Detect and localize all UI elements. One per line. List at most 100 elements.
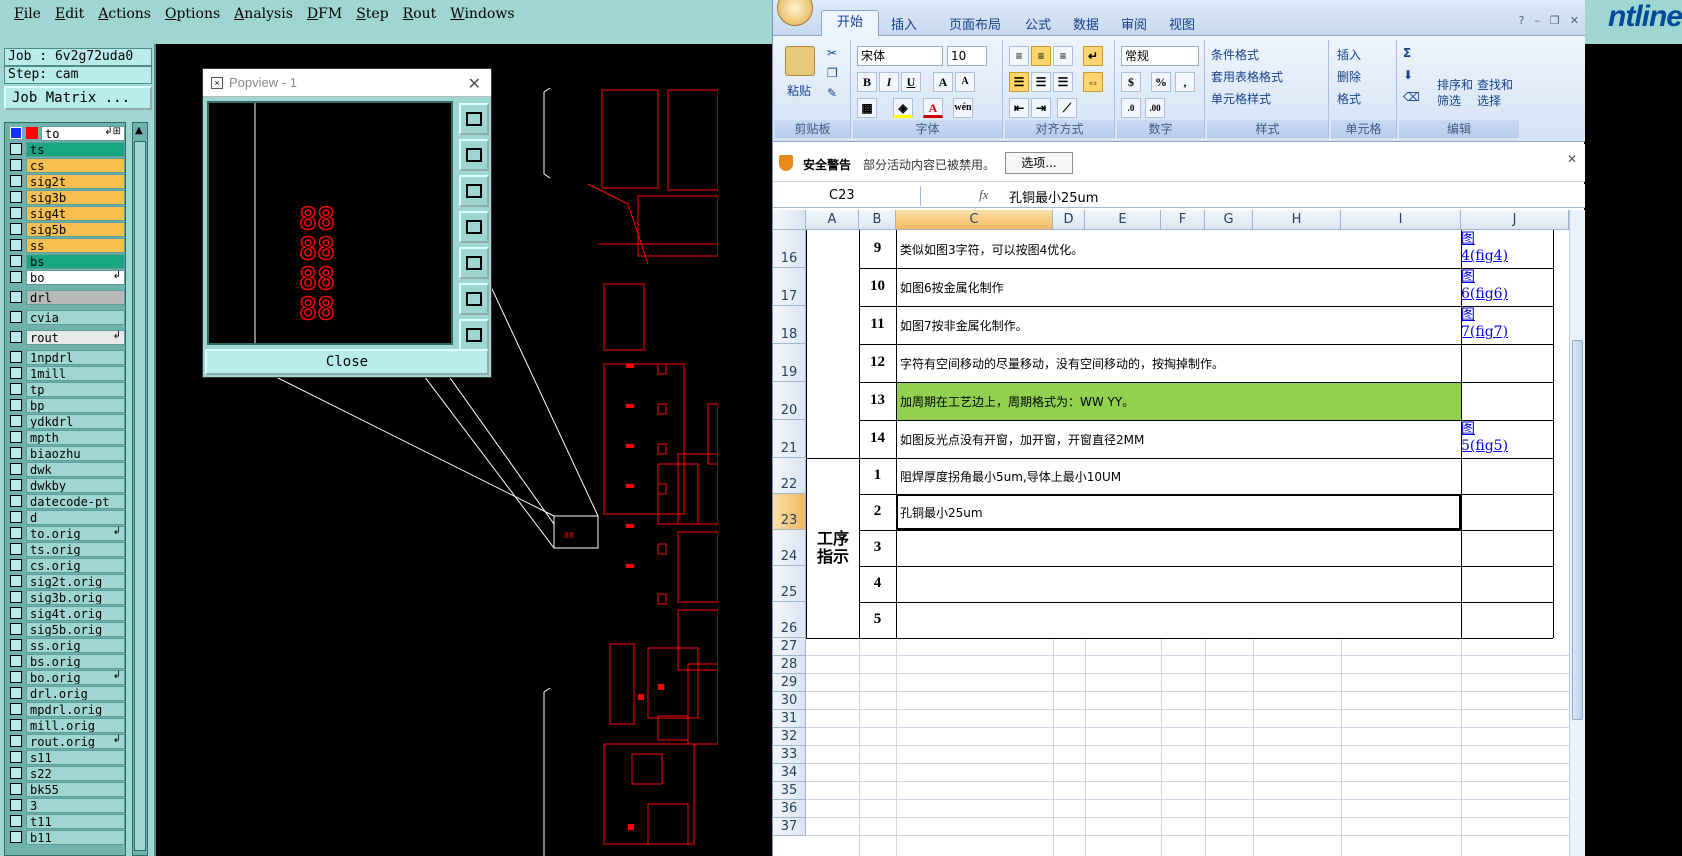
layer-row[interactable]: bk55 bbox=[5, 781, 125, 797]
layer-row[interactable]: to.orig ↲ bbox=[5, 525, 125, 541]
job-matrix-button[interactable]: Job Matrix ... bbox=[4, 86, 152, 110]
row-header[interactable]: 21 bbox=[773, 420, 806, 458]
layer-name[interactable]: bs bbox=[26, 253, 125, 269]
office-button-icon[interactable] bbox=[777, 0, 813, 26]
layer-checkbox[interactable] bbox=[10, 447, 22, 459]
layer-name[interactable]: mpdrl.orig bbox=[26, 701, 125, 717]
format-cells-button[interactable]: 格式 bbox=[1337, 90, 1361, 107]
layer-name[interactable]: biaozhu bbox=[26, 445, 125, 461]
layer-checkbox[interactable] bbox=[10, 223, 22, 235]
row-header[interactable]: 18 bbox=[773, 306, 806, 344]
figure-link[interactable]: 6(fig6) bbox=[1461, 286, 1508, 303]
layer-name[interactable]: tp bbox=[26, 381, 125, 397]
clear-icon[interactable]: ⌫ bbox=[1403, 90, 1420, 104]
ribbon-tab[interactable]: 开始 bbox=[821, 10, 879, 36]
align-middle-icon[interactable]: ≡ bbox=[1031, 46, 1051, 66]
layer-checkbox[interactable] bbox=[10, 703, 22, 715]
layer-checkbox[interactable] bbox=[10, 291, 22, 303]
layer-name[interactable]: sig2t.orig bbox=[26, 573, 125, 589]
layer-row[interactable]: dwkby bbox=[5, 477, 125, 493]
column-header[interactable]: B bbox=[859, 210, 896, 230]
layer-checkbox[interactable] bbox=[10, 127, 22, 139]
name-box[interactable]: C23 bbox=[773, 186, 921, 206]
row-header[interactable]: 22 bbox=[773, 458, 806, 494]
layer-row[interactable]: rout ↲ bbox=[5, 329, 125, 345]
layer-checkbox[interactable] bbox=[10, 399, 22, 411]
delete-cells-button[interactable]: 删除 bbox=[1337, 68, 1361, 85]
layer-row[interactable]: sig4t.orig bbox=[5, 605, 125, 621]
border-icon[interactable]: ▦ bbox=[857, 98, 877, 118]
sort-filter-button[interactable]: 排序和 bbox=[1437, 76, 1473, 93]
layer-name[interactable]: b11 bbox=[26, 829, 125, 845]
zoom-window-icon[interactable] bbox=[459, 103, 489, 135]
column-header[interactable]: F bbox=[1161, 210, 1205, 230]
column-header[interactable]: D bbox=[1053, 210, 1085, 230]
layer-row[interactable]: s22 bbox=[5, 765, 125, 781]
layer-row[interactable]: cs.orig bbox=[5, 557, 125, 573]
layer-checkbox[interactable] bbox=[10, 671, 22, 683]
layer-name[interactable]: mpth bbox=[26, 429, 125, 445]
layer-checkbox[interactable] bbox=[10, 143, 22, 155]
copy-icon[interactable]: ❐ bbox=[827, 66, 838, 80]
layer-checkbox[interactable] bbox=[10, 351, 22, 363]
help-icon[interactable]: ? bbox=[1519, 14, 1525, 27]
format-painter-icon[interactable]: ✎ bbox=[827, 86, 837, 100]
align-left-icon[interactable]: ☰ bbox=[1009, 72, 1029, 92]
row-header[interactable]: 17 bbox=[773, 268, 806, 306]
layer-checkbox[interactable] bbox=[10, 751, 22, 763]
layer-checkbox[interactable] bbox=[10, 687, 22, 699]
layer-name[interactable]: cs.orig bbox=[26, 557, 125, 573]
layer-name[interactable]: sig3b bbox=[26, 189, 125, 205]
column-header[interactable]: H bbox=[1253, 210, 1341, 230]
layer-name[interactable]: t11 bbox=[26, 813, 125, 829]
increase-indent-icon[interactable]: ⇥ bbox=[1031, 98, 1051, 118]
layer-checkbox[interactable] bbox=[10, 239, 22, 251]
layer-name[interactable]: s11 bbox=[26, 749, 125, 765]
layer-row[interactable]: mpth bbox=[5, 429, 125, 445]
decrease-indent-icon[interactable]: ⇤ bbox=[1009, 98, 1029, 118]
layer-row[interactable]: bs.orig bbox=[5, 653, 125, 669]
italic-button[interactable]: I bbox=[879, 72, 899, 92]
layer-row[interactable]: ydkdrl bbox=[5, 413, 125, 429]
popview-canvas[interactable]: 88 88 88 88 bbox=[207, 101, 453, 345]
sort-filter-button-line2[interactable]: 筛选 bbox=[1437, 92, 1461, 109]
layer-checkbox[interactable] bbox=[10, 719, 22, 731]
ribbon-tab[interactable]: 公式 bbox=[1025, 14, 1051, 33]
layer-checkbox[interactable] bbox=[10, 311, 22, 323]
layer-name[interactable]: to.orig bbox=[26, 525, 125, 541]
font-name-select[interactable]: 宋体 bbox=[857, 46, 943, 66]
row-header[interactable]: 30 bbox=[773, 692, 806, 710]
layer-name[interactable]: bo bbox=[26, 269, 125, 285]
scrollbar-thumb[interactable] bbox=[134, 141, 146, 851]
figure-link[interactable]: 图 bbox=[1461, 421, 1475, 438]
menu-edit[interactable]: Edit bbox=[49, 6, 90, 22]
layer-row[interactable]: mill.orig bbox=[5, 717, 125, 733]
layer-row[interactable]: cs bbox=[5, 157, 125, 173]
layer-checkbox[interactable] bbox=[10, 271, 22, 283]
layer-row[interactable]: sig3b bbox=[5, 189, 125, 205]
layer-row[interactable]: 3 bbox=[5, 797, 125, 813]
layer-row[interactable]: mpdrl.orig bbox=[5, 701, 125, 717]
layer-list-scrollbar[interactable]: ▲ bbox=[132, 122, 148, 856]
underline-button[interactable]: U bbox=[901, 72, 921, 92]
layer-checkbox[interactable] bbox=[10, 815, 22, 827]
column-header[interactable]: C bbox=[896, 210, 1053, 230]
layer-checkbox[interactable] bbox=[10, 639, 22, 651]
layer-name[interactable]: 1mill bbox=[26, 365, 125, 381]
orientation-icon[interactable]: ⟋ bbox=[1057, 98, 1077, 118]
worksheet-grid[interactable]: A B C D E F G H I J 16 17 18 19 20 21 22 23 24 25 26 27 28 29 30… bbox=[773, 210, 1569, 856]
layer-name[interactable]: sig5b bbox=[26, 221, 125, 237]
layer-row[interactable]: datecode-pt bbox=[5, 493, 125, 509]
find-select-button[interactable]: 查找和 bbox=[1477, 76, 1513, 93]
ribbon-tab[interactable]: 页面布局 bbox=[949, 14, 1001, 33]
menu-file[interactable]: File bbox=[8, 6, 47, 22]
row-header[interactable]: 31 bbox=[773, 710, 806, 728]
menu-options[interactable]: Options bbox=[159, 6, 226, 22]
layer-checkbox[interactable] bbox=[10, 575, 22, 587]
formula-input[interactable]: 孔铜最小25um bbox=[1009, 187, 1098, 206]
layer-row[interactable]: sig3b.orig bbox=[5, 589, 125, 605]
layer-checkbox[interactable] bbox=[10, 735, 22, 747]
wrap-text-icon[interactable]: ↵ bbox=[1083, 46, 1103, 66]
layer-name[interactable]: sig2t bbox=[26, 173, 125, 189]
layer-row[interactable]: 1mill bbox=[5, 365, 125, 381]
